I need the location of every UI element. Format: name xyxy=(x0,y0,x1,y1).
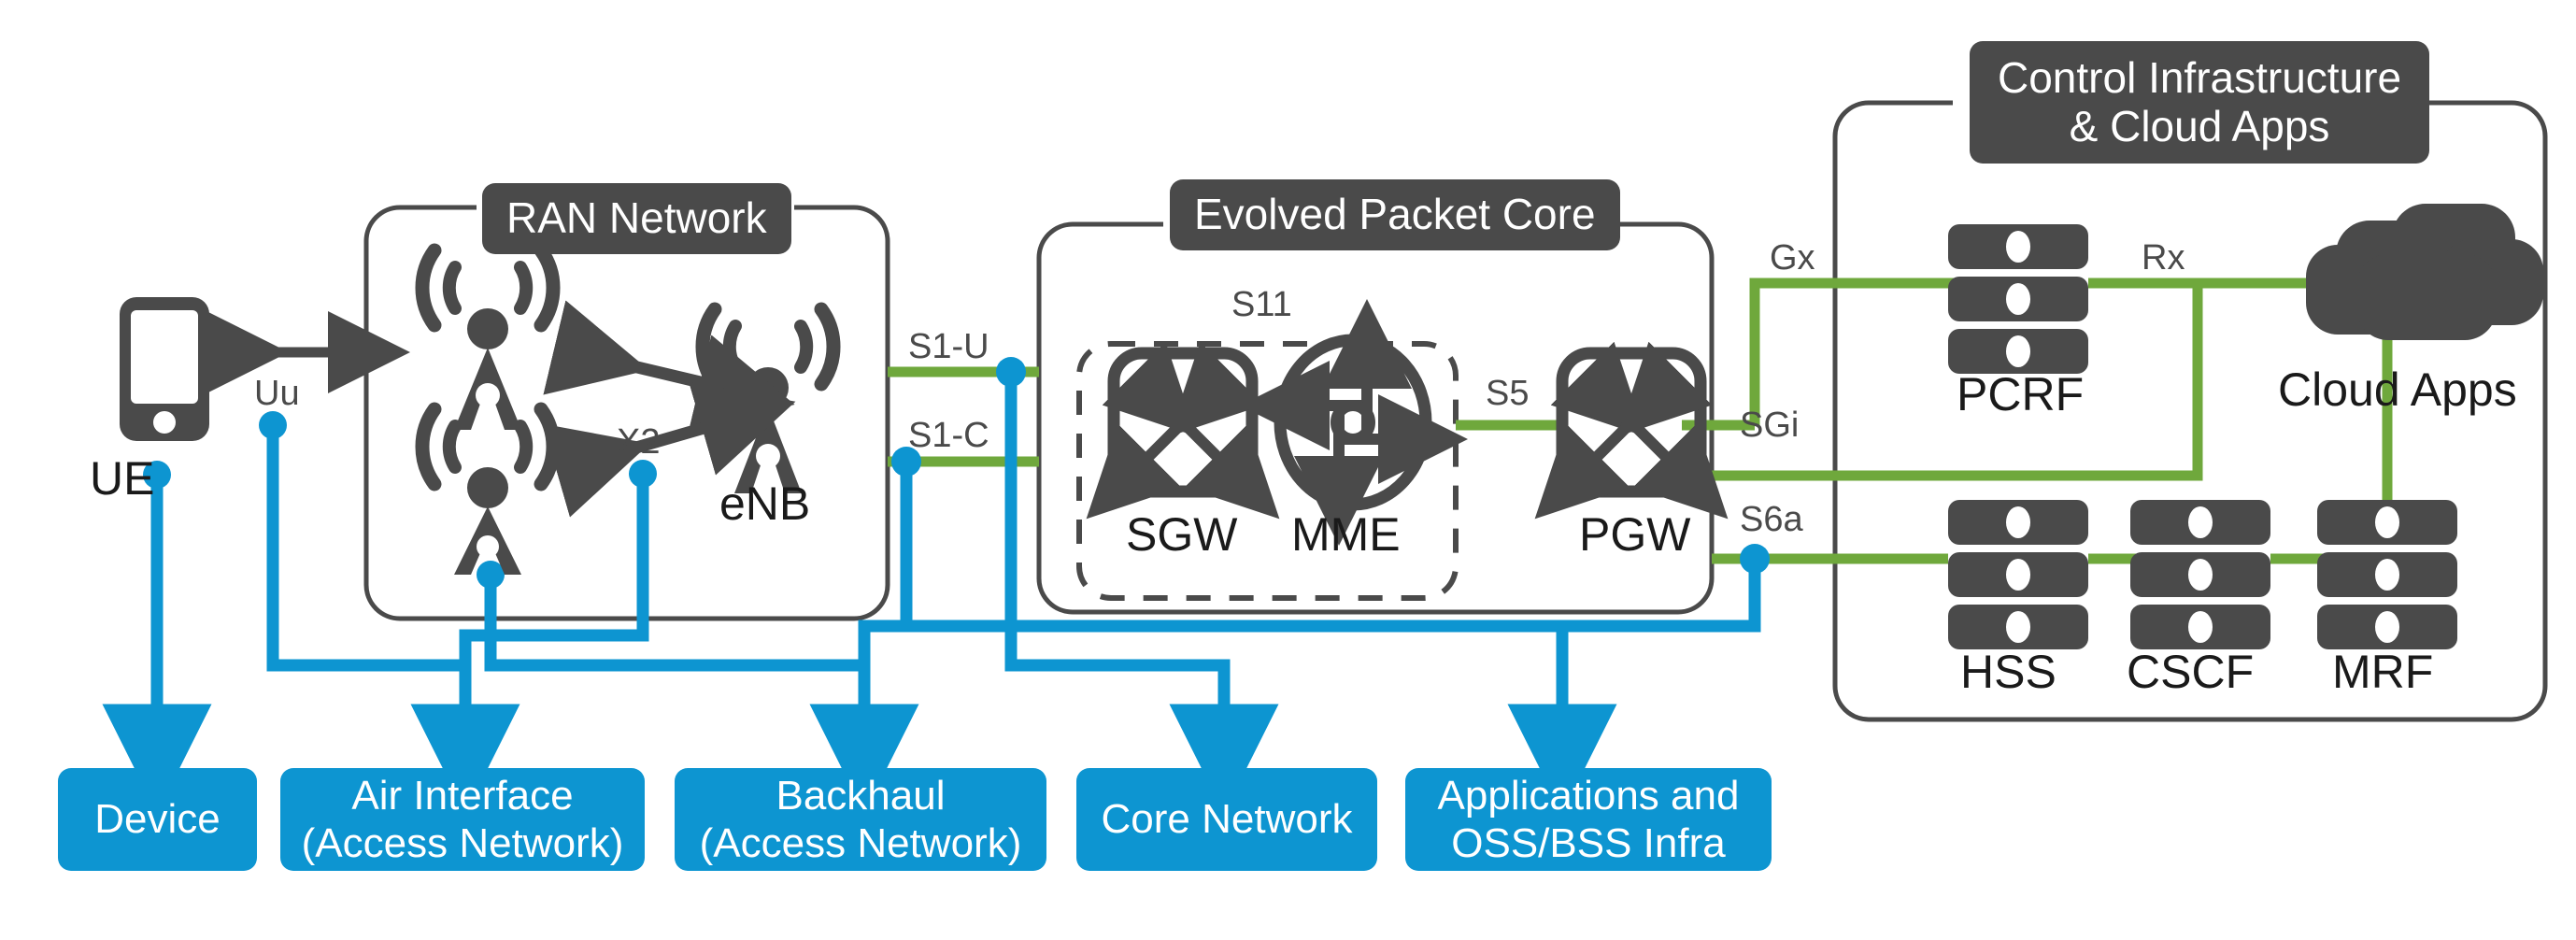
interface-label-x2: X2 xyxy=(617,422,661,462)
interface-label-rx: Rx xyxy=(2142,238,2185,278)
interface-label-gx: Gx xyxy=(1770,238,1815,278)
node-label-cscf: CSCF xyxy=(2127,646,2255,698)
node-label-ue: UE xyxy=(90,452,155,505)
domain-box-core-network[interactable]: Core Network xyxy=(1076,768,1377,871)
node-label-sgw: SGW xyxy=(1126,508,1238,561)
cell-tower-icon-bottom xyxy=(415,402,561,575)
interface-label-s1u: S1-U xyxy=(908,327,989,366)
node-label-pcrf: PCRF xyxy=(1957,368,2085,420)
domain-label-core-line1: Core Network xyxy=(1101,796,1353,843)
server-stack-icon-mrf xyxy=(2317,500,2457,649)
domain-box-air-interface[interactable]: Air Interface (Access Network) xyxy=(280,768,645,871)
switch-icon-sgw xyxy=(1086,341,1280,520)
server-stack-icon-pcrf xyxy=(1948,224,2088,374)
group-title-control-line1: Control Infrastructure xyxy=(1998,53,2402,102)
group-outline-ran xyxy=(363,205,890,621)
interface-label-s6a: S6a xyxy=(1740,500,1803,539)
switch-icon-pgw xyxy=(1534,341,1729,520)
server-stack-icon-cscf xyxy=(2130,500,2270,649)
domain-label-air-line1: Air Interface xyxy=(351,772,574,819)
domain-label-air-line2: (Access Network) xyxy=(301,820,624,866)
node-label-mme: MME xyxy=(1291,508,1401,561)
node-label-mrf: MRF xyxy=(2332,646,2434,698)
cell-tower-icon-enb xyxy=(695,302,841,493)
router-icon-mme xyxy=(1240,299,1468,546)
cloud-icon xyxy=(2306,204,2543,340)
domain-box-applications[interactable]: Applications and OSS/BSS Infra xyxy=(1405,768,1772,871)
cell-tower-icon-top xyxy=(415,243,561,430)
node-label-enb: eNB xyxy=(719,477,811,530)
link-gx xyxy=(1749,278,1948,425)
network-architecture-diagram: RAN Network Evolved Packet Core Control … xyxy=(0,0,2576,940)
group-title-ran: RAN Network xyxy=(482,183,791,254)
domain-label-apps-line1: Applications and xyxy=(1437,772,1740,819)
group-title-control: Control Infrastructure & Cloud Apps xyxy=(1970,41,2430,164)
interface-label-s5: S5 xyxy=(1486,374,1530,413)
smartphone-icon xyxy=(120,297,209,441)
domain-label-device-line1: Device xyxy=(94,796,221,843)
node-label-pgw: PGW xyxy=(1579,508,1691,561)
node-label-hss: HSS xyxy=(1960,646,2057,698)
domain-label-backhaul-line2: (Access Network) xyxy=(699,820,1022,866)
interface-label-s11: S11 xyxy=(1231,285,1292,324)
interface-label-uu: Uu xyxy=(254,374,300,413)
interface-label-s1c: S1-C xyxy=(908,416,989,455)
group-title-control-line2: & Cloud Apps xyxy=(2069,101,2330,150)
domain-box-backhaul[interactable]: Backhaul (Access Network) xyxy=(675,768,1046,871)
domain-label-apps-line2: OSS/BSS Infra xyxy=(1451,820,1726,866)
domain-label-backhaul-line1: Backhaul xyxy=(776,772,946,819)
interface-label-sgi: SGi xyxy=(1740,406,1800,445)
node-label-cloud-apps: Cloud Apps xyxy=(2278,363,2517,416)
domain-box-device[interactable]: Device xyxy=(58,768,257,871)
server-stack-icon-hss xyxy=(1948,500,2088,649)
group-title-epc: Evolved Packet Core xyxy=(1170,179,1620,250)
